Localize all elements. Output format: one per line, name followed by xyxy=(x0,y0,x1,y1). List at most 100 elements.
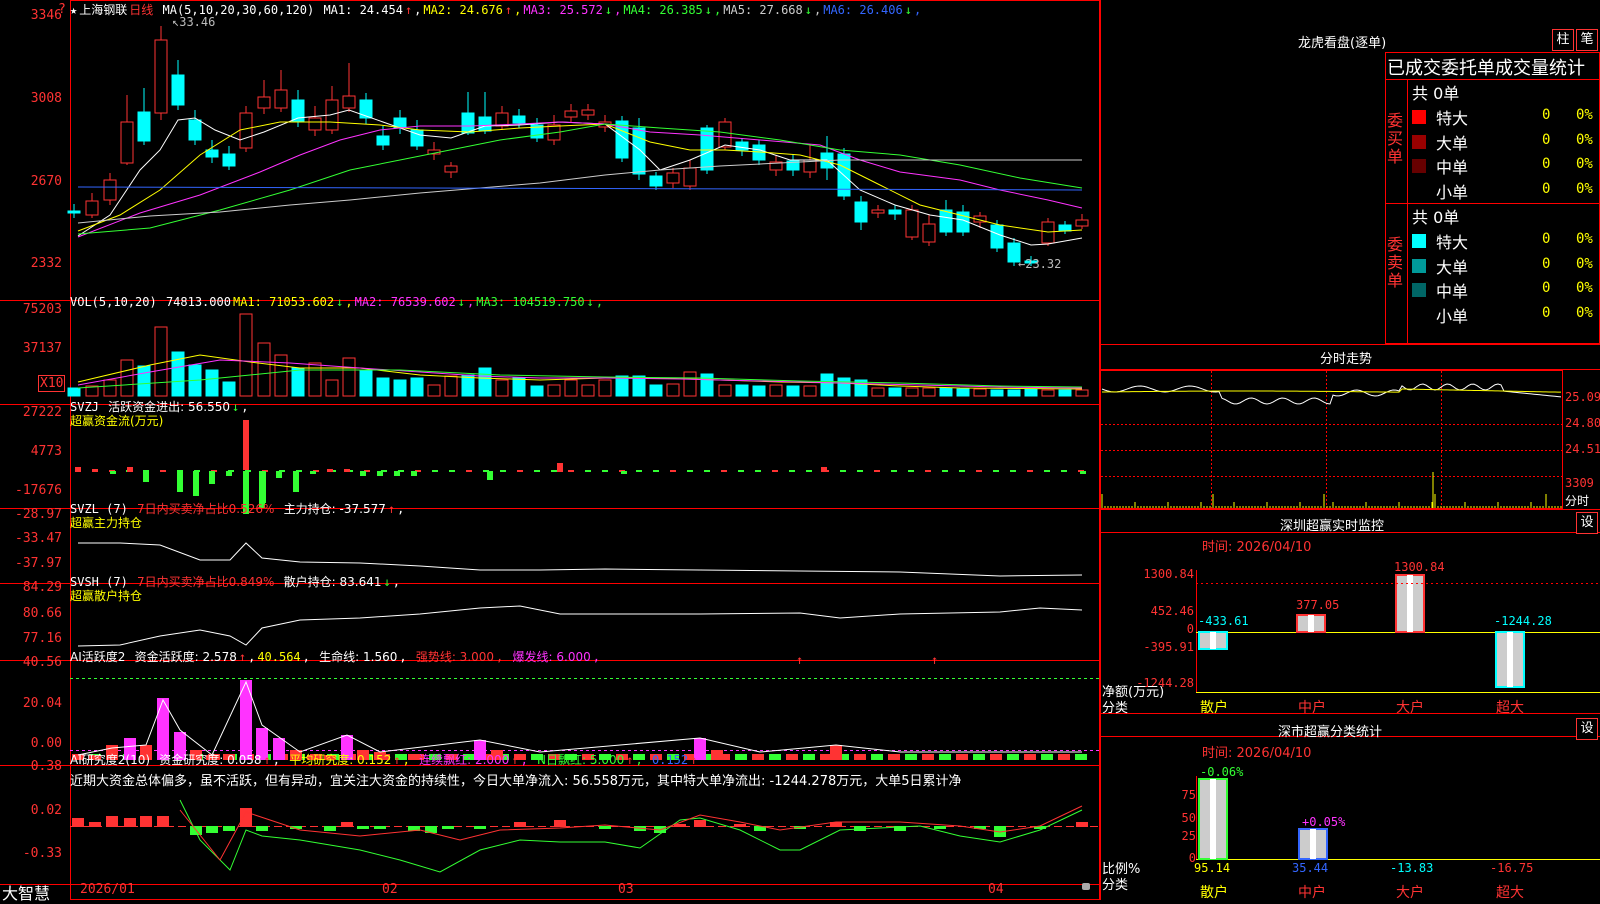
volume-bar xyxy=(973,388,987,397)
ai2-bar xyxy=(206,826,218,833)
svzj-bar xyxy=(585,470,591,472)
ai1-bar xyxy=(769,754,781,760)
candle-body xyxy=(939,209,953,233)
separator: , xyxy=(595,295,604,309)
vol-header: VOL(5,10,20) 74813.000 MA1: 71053.602 ↓, MA… xyxy=(70,295,607,309)
sz-monitor-bar-shine xyxy=(1507,632,1513,687)
brand-logo: 大智慧 xyxy=(2,884,51,903)
ma-value: MA2: 24.676 xyxy=(423,3,503,17)
ai1-bar xyxy=(973,754,985,760)
svzj-bar xyxy=(1010,470,1016,472)
ai2-bar xyxy=(72,818,84,827)
svzj-bar xyxy=(449,470,455,472)
candle-body xyxy=(666,172,680,184)
svzj-bar xyxy=(411,471,417,476)
ai1-bar xyxy=(1058,754,1070,760)
sz-monitor-value: 1300.84 xyxy=(1394,560,1445,574)
order-count: 0 xyxy=(1542,107,1551,123)
order-stat-title: 已成交委托单成交量统计 xyxy=(1387,58,1585,79)
svsh-value: 散户持仓: 83.641 xyxy=(283,575,382,589)
svzj-bar xyxy=(891,470,897,472)
ai1-bar xyxy=(854,754,866,760)
candle-body xyxy=(632,127,646,175)
candle-body xyxy=(67,210,81,214)
volume-bar xyxy=(359,369,373,397)
sz-monitor-title: 深圳超赢实时监控 xyxy=(1280,519,1385,534)
candle-body xyxy=(120,121,134,164)
volume-bar xyxy=(735,384,749,397)
ai1-signal-arrow: ↑ xyxy=(796,653,803,667)
svzj-bar xyxy=(942,470,948,472)
period-label[interactable]: 日线 xyxy=(129,3,153,17)
order-count: 0 xyxy=(1542,304,1551,321)
sz-monitor-time: 时间: 2026/04/10 xyxy=(1202,540,1312,555)
volume-bar xyxy=(257,342,271,397)
ai2-ytick: -0.33 xyxy=(22,846,62,861)
ai2-bar xyxy=(599,826,611,829)
tab-tick-view[interactable]: 笔 xyxy=(1576,29,1598,51)
order-count: 0 xyxy=(1542,231,1551,247)
svzj-bar xyxy=(243,420,249,470)
svzj-bar xyxy=(959,470,965,472)
candle-body xyxy=(359,99,373,119)
volume-bar xyxy=(939,387,953,397)
ai2-bar xyxy=(374,826,386,829)
svzj-bar xyxy=(500,470,506,472)
ai-burstline: 爆发线: 6.000 xyxy=(512,650,591,664)
ai2-bar xyxy=(442,826,454,829)
candle-body xyxy=(735,141,749,151)
svzj-bar xyxy=(857,470,863,472)
candle-body xyxy=(564,110,578,118)
svzj-bar xyxy=(840,470,846,472)
ai1-bar xyxy=(939,754,951,760)
order-count: 0 xyxy=(1542,156,1551,172)
sz-monitor-ytick: 1300.84 xyxy=(1143,567,1194,581)
sz-class-value: -13.83 xyxy=(1390,861,1434,875)
svzj-bar xyxy=(806,470,812,472)
vol-unit-badge[interactable]: X10 xyxy=(38,375,66,392)
candle-body xyxy=(342,95,356,109)
volume-bar xyxy=(427,384,441,397)
ai2-bar xyxy=(734,824,746,827)
svzl-metric: 7日内买卖净占比0.526% xyxy=(137,502,275,516)
sz-class-bar-shine xyxy=(1310,829,1316,859)
order-size-label: 小单 xyxy=(1436,306,1469,326)
ma-arrow: ↓ xyxy=(804,3,812,17)
sz-monitor-settings-button[interactable]: 设 xyxy=(1576,512,1598,534)
volume-bar xyxy=(769,384,783,397)
volume-bar xyxy=(1075,389,1089,397)
order-count: 0 xyxy=(1542,180,1551,197)
tab-bar-view[interactable]: 柱 xyxy=(1552,29,1574,51)
svsh-ytick: 77.16 xyxy=(22,631,62,646)
svsh-ytick: 84.29 xyxy=(22,580,62,595)
ai-avg-research: 平均研究度: 0.152 xyxy=(289,753,392,767)
ai2-bar xyxy=(157,816,169,827)
order-count: 0 xyxy=(1542,280,1551,296)
legend-swatch xyxy=(1412,134,1426,149)
legend-swatch xyxy=(1412,110,1426,124)
svzj-bar xyxy=(293,471,299,492)
volume-bar xyxy=(478,367,492,397)
svzj-ytick: 4773 xyxy=(30,444,62,459)
vol-ytick: 75203 xyxy=(22,302,62,317)
order-percent: 0% xyxy=(1576,107,1593,123)
sz-class-category: 中户 xyxy=(1298,885,1326,901)
ai2-bar xyxy=(124,818,136,827)
ma-value: MA4: 26.385 xyxy=(623,3,703,17)
sz-class-settings-button[interactable]: 设 xyxy=(1576,718,1598,740)
favorite-star-icon[interactable]: ★ xyxy=(70,3,77,17)
svzj-subtitle: 超赢资金流(万元) xyxy=(70,414,164,428)
ma-arrow: ↓ xyxy=(904,3,912,17)
ai1-bar xyxy=(922,754,934,760)
intraday-vol-ytick: 3309 xyxy=(1565,476,1594,490)
lock-icon[interactable] xyxy=(1082,883,1090,890)
order-percent: 0% xyxy=(1576,280,1593,296)
svzj-bar xyxy=(193,471,199,496)
candle-body xyxy=(1075,219,1089,227)
buy-order-label: 委买单 xyxy=(1386,111,1403,166)
svsh-metric: 7日内买卖净占比0.849% xyxy=(137,575,275,589)
ai1-bar xyxy=(786,754,798,760)
candle-body xyxy=(495,112,509,127)
candle-body xyxy=(257,96,271,109)
sz-class-title: 深市超赢分类统计 xyxy=(1278,725,1383,740)
